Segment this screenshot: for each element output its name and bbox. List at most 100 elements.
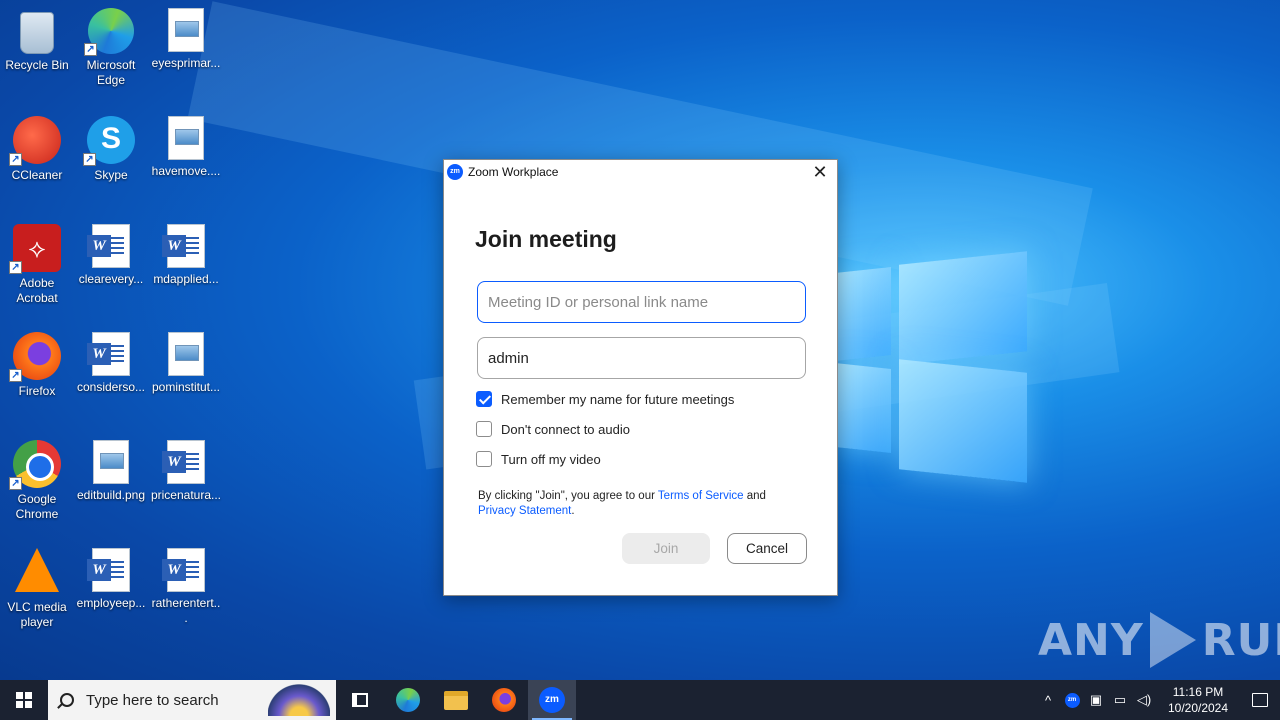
ccleaner-icon: ↗ — [9, 116, 61, 166]
taskbar-firefox-button[interactable] — [480, 680, 528, 720]
tray-zoom-button[interactable]: zm — [1060, 680, 1084, 720]
close-button[interactable]: ✕ — [809, 162, 831, 182]
start-button[interactable] — [0, 680, 48, 720]
desktop-icon-label: CCleaner — [11, 168, 63, 182]
desktop-icon-label: mdapplied... — [153, 272, 219, 286]
volume-icon[interactable]: ◁) — [1132, 680, 1156, 720]
vlc-icon — [15, 548, 59, 592]
desktop-icon-label: Google Chrome — [15, 492, 59, 521]
taskbar-file-explorer-button[interactable] — [432, 680, 480, 720]
tray-device-icon[interactable]: ▣ — [1084, 680, 1108, 720]
no-audio-checkbox[interactable] — [476, 421, 492, 437]
taskbar-search-box[interactable]: Type here to search — [48, 680, 336, 720]
network-icon[interactable]: ▭ — [1108, 680, 1132, 720]
play-icon — [1149, 612, 1196, 668]
desktop-icon-image-file[interactable]: editbuild.png — [75, 440, 147, 503]
remember-name-option[interactable]: Remember my name for future meetings — [476, 391, 734, 407]
desktop-icon-label: pricenatura... — [150, 488, 222, 502]
word-document-icon: W — [162, 224, 205, 268]
file-explorer-icon — [444, 690, 468, 710]
windows-logo-icon — [16, 692, 32, 708]
desktop-icon-label: eyesprimar... — [151, 56, 221, 70]
task-view-button[interactable] — [336, 680, 384, 720]
desktop-icon-word-file[interactable]: W considerso... — [75, 332, 147, 395]
notification-icon — [1252, 693, 1268, 707]
desktop-icon-image-file[interactable]: havemove.... — [150, 116, 222, 179]
desktop-icon-image-file[interactable]: pominstitut... — [150, 332, 222, 395]
name-input[interactable] — [477, 337, 806, 379]
task-view-icon — [352, 693, 368, 707]
desktop-icon-image-file[interactable]: eyesprimar... — [150, 8, 222, 71]
search-placeholder: Type here to search — [86, 691, 219, 709]
word-document-icon: W — [87, 224, 130, 268]
desktop-icon-recycle-bin[interactable]: Recycle Bin — [1, 8, 73, 73]
no-audio-option[interactable]: Don't connect to audio — [476, 421, 630, 437]
search-icon — [60, 693, 74, 707]
privacy-statement-link[interactable]: Privacy Statement — [478, 505, 571, 517]
dialog-title: Zoom Workplace — [468, 165, 559, 179]
desktop-icon-label: Microsoft Edge — [86, 58, 136, 87]
join-button[interactable]: Join — [622, 533, 710, 564]
taskbar-edge-button[interactable] — [384, 680, 432, 720]
word-document-icon: W — [162, 440, 205, 484]
search-highlight-art — [268, 684, 330, 716]
desktop-icon-label: Firefox — [18, 384, 56, 398]
anyrun-watermark: ANY RUN — [1038, 612, 1280, 668]
no-audio-label: Don't connect to audio — [501, 421, 630, 437]
terms-of-service-link[interactable]: Terms of Service — [658, 490, 744, 502]
desktop-icon-google-chrome[interactable]: ↗ Google Chrome — [1, 440, 73, 522]
watermark-right: RUN — [1201, 614, 1280, 666]
skype-icon: S ↗ — [83, 116, 135, 166]
firefox-icon — [492, 688, 516, 712]
tray-overflow-chevron-icon[interactable]: ^ — [1036, 680, 1060, 720]
edge-icon — [396, 688, 420, 712]
dialog-titlebar: zm Zoom Workplace — [444, 160, 837, 184]
desktop-icon-label: pominstitut... — [151, 380, 221, 394]
recycle-bin-icon — [20, 12, 54, 54]
clock-time: 11:16 PM — [1172, 685, 1224, 699]
desktop-icon-label: VLC media player — [7, 600, 67, 629]
desktop-icon-label: havemove.... — [151, 164, 221, 178]
zoom-tray-icon: zm — [1064, 692, 1080, 708]
word-document-icon: W — [162, 548, 205, 592]
desktop-icon-word-file[interactable]: W pricenatura... — [150, 440, 222, 503]
desktop-icon-label: employeep... — [76, 596, 146, 610]
desktop-icon-label: considerso... — [76, 380, 146, 394]
desktop-icon-adobe-acrobat[interactable]: ⟡ ↗ Adobe Acrobat — [1, 224, 73, 306]
terms-suffix: . — [571, 505, 575, 517]
desktop-icon-firefox[interactable]: ↗ Firefox — [1, 332, 73, 399]
zoom-logo-icon: zm — [447, 164, 463, 180]
desktop-icon-word-file[interactable]: W mdapplied... — [150, 224, 222, 287]
desktop-icon-word-file[interactable]: W clearevery... — [75, 224, 147, 287]
notification-center-button[interactable] — [1240, 680, 1280, 720]
cancel-button[interactable]: Cancel — [727, 533, 807, 564]
image-file-icon — [168, 116, 204, 160]
meeting-id-input[interactable] — [477, 281, 806, 323]
desktop-icon-label: Recycle Bin — [5, 58, 69, 72]
taskbar-zoom-button[interactable]: zm — [528, 680, 576, 720]
video-off-option[interactable]: Turn off my video — [476, 451, 601, 467]
acrobat-icon: ⟡ ↗ — [9, 224, 61, 274]
desktop-icon-vlc[interactable]: VLC media player — [1, 548, 73, 630]
page-title: Join meeting — [475, 226, 617, 252]
watermark-left: ANY — [1038, 614, 1144, 666]
desktop-icon-microsoft-edge[interactable]: ↗ Microsoft Edge — [75, 8, 147, 88]
remember-name-checkbox[interactable] — [476, 391, 492, 407]
terms-prefix: By clicking "Join", you agree to our — [478, 490, 658, 502]
video-off-checkbox[interactable] — [476, 451, 492, 467]
taskbar-clock[interactable]: 11:16 PM 10/20/2024 — [1162, 684, 1234, 716]
clock-date: 10/20/2024 — [1167, 701, 1229, 715]
desktop-icon-ccleaner[interactable]: ↗ CCleaner — [1, 116, 73, 183]
desktop-icon-word-file[interactable]: W ratherentert... — [150, 548, 222, 626]
video-off-label: Turn off my video — [501, 451, 601, 467]
chrome-icon: ↗ — [9, 440, 61, 490]
desktop-icon-label: editbuild.png — [76, 488, 146, 502]
system-tray: ^ zm ▣ ▭ ◁) 11:16 PM 10/20/2024 — [1036, 680, 1280, 720]
desktop-icon-word-file[interactable]: W employeep... — [75, 548, 147, 611]
desktop-icon-label: Adobe Acrobat — [16, 276, 58, 305]
desktop-icon-label: ratherentert... — [151, 596, 221, 625]
terms-middle: and — [743, 490, 766, 502]
edge-icon: ↗ — [84, 8, 134, 56]
desktop-icon-skype[interactable]: S ↗ Skype — [75, 116, 147, 183]
firefox-icon: ↗ — [9, 332, 61, 382]
